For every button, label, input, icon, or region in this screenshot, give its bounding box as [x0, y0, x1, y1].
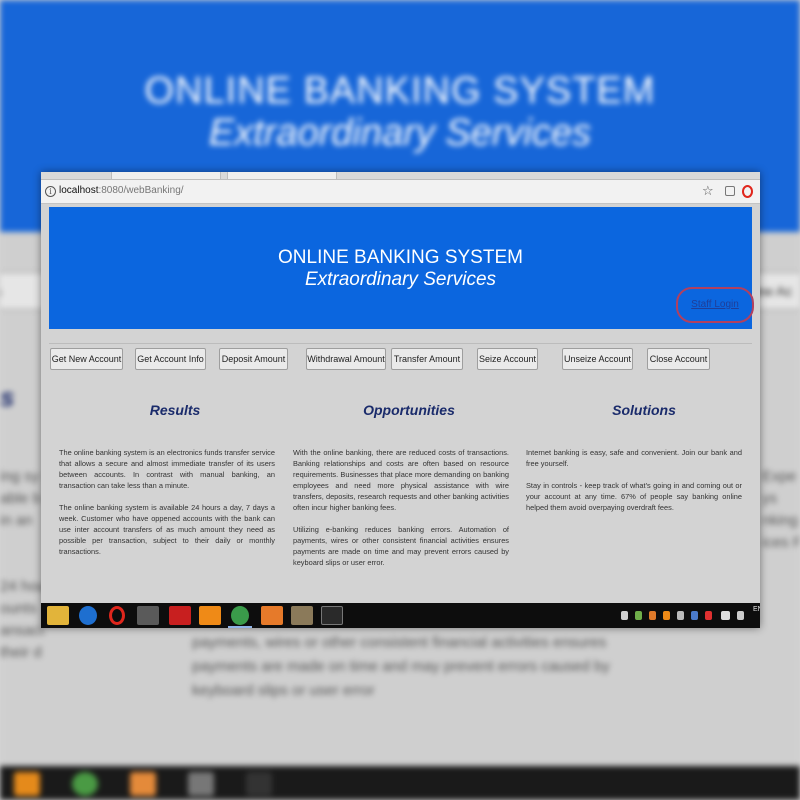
browser-tab[interactable] [111, 172, 221, 180]
bg-edge-button-right: ew Ac [754, 272, 800, 310]
tray-icon[interactable] [621, 611, 628, 620]
command-prompt-icon[interactable] [321, 606, 343, 625]
edge-icon[interactable] [79, 606, 97, 625]
file-explorer-icon[interactable] [47, 606, 69, 625]
vlc-icon[interactable] [199, 606, 221, 625]
tray-icon[interactable] [649, 611, 656, 620]
unseize-account-button[interactable]: Unseize Account [562, 348, 633, 370]
results-heading: Results [149, 402, 201, 418]
bg-banner-title: ONLINE BANKING SYSTEM [144, 70, 656, 112]
active-app-indicator [228, 626, 252, 628]
opportunities-paragraph-2: Utilizing e-banking reduces banking erro… [293, 525, 509, 567]
solutions-paragraph-2: Stay in controls - keep track of what's … [526, 481, 742, 512]
bg-text-left-2: in an [0, 512, 33, 529]
url-text[interactable]: localhost:8080/webBanking/ [59, 185, 184, 196]
battery-icon[interactable] [721, 611, 730, 620]
bg-text-right-0: Expe Fe [762, 468, 800, 485]
bg-taskbar [0, 766, 800, 800]
taskbar: EN [41, 603, 760, 628]
solutions-heading: Solutions [612, 402, 676, 418]
bg-chrome-icon [72, 772, 98, 796]
results-paragraph-2: The online banking system is available 2… [59, 503, 275, 556]
tab-strip [41, 172, 760, 180]
tray-icon[interactable] [663, 611, 670, 620]
tray-icon[interactable] [635, 611, 642, 620]
bg-text-right-1: ys [762, 490, 777, 507]
image-viewer-icon[interactable] [137, 606, 159, 625]
opportunities-heading: Opportunities [363, 402, 455, 418]
staff-login-link[interactable]: Staff Login [676, 287, 754, 323]
site-subtitle: Extraordinary Services [304, 269, 497, 290]
bg-cmd-icon [246, 772, 272, 796]
withdrawal-amount-button[interactable]: Withdrawal Amount [306, 348, 386, 370]
opera-icon[interactable] [742, 185, 753, 198]
results-paragraph-1: The online banking system is an electron… [59, 448, 275, 490]
site-title: ONLINE BANKING SYSTEM [278, 247, 523, 268]
get-new-account-button[interactable]: Get New Account [50, 348, 123, 370]
address-bar[interactable]: i localhost:8080/webBanking/ ☆ [41, 180, 760, 204]
url-path: :8080/webBanking/ [98, 185, 184, 196]
volume-icon[interactable] [677, 611, 684, 620]
chrome-icon[interactable] [231, 606, 249, 625]
bg-text-left-4: 24 hou [0, 578, 46, 595]
star-icon[interactable]: ☆ [702, 183, 714, 199]
bg-heading-left: s [0, 382, 15, 412]
bg-banner-subtitle: Extraordinary Services [208, 112, 592, 154]
photo-app-icon[interactable] [291, 606, 313, 625]
deposit-amount-button[interactable]: Deposit Amount [219, 348, 288, 370]
tray-icon[interactable] [705, 611, 712, 620]
info-icon[interactable]: i [45, 186, 56, 197]
bg-text-right-2: nking [762, 512, 798, 529]
bluetooth-icon[interactable] [691, 611, 698, 620]
opportunities-paragraph-1: With the online banking, there are reduc… [293, 448, 509, 512]
bg-vlc-icon [14, 772, 40, 796]
browser-tab[interactable] [227, 172, 337, 180]
bg-text-left-6: ansact [0, 622, 45, 639]
bg-text-left-5: ounts [0, 600, 37, 617]
bg-text-left-7: their d [0, 644, 42, 661]
xampp-icon[interactable] [261, 606, 283, 625]
bg-text-bottom-1: payments are made on time and may preven… [192, 658, 610, 675]
transfer-amount-button[interactable]: Transfer Amount [391, 348, 463, 370]
seize-account-button[interactable]: Seize Account [477, 348, 538, 370]
bg-text-right-4: ices F [762, 534, 800, 551]
close-account-button[interactable]: Close Account [647, 348, 710, 370]
opera-icon[interactable] [109, 606, 125, 625]
bg-text-left-0: ing sy [0, 468, 40, 485]
language-indicator[interactable]: EN [753, 605, 760, 615]
filezilla-icon[interactable] [169, 606, 191, 625]
bg-text-bottom-2: keyboard slips or user error [192, 682, 375, 699]
solutions-paragraph-1: Internet banking is easy, safe and conve… [526, 448, 742, 468]
web-page: ONLINE BANKING SYSTEM Extraordinary Serv… [41, 205, 760, 603]
get-account-info-button[interactable]: Get Account Info [135, 348, 206, 370]
extension-icon[interactable] [725, 186, 735, 196]
url-host: localhost [59, 185, 99, 196]
network-icon[interactable] [737, 611, 744, 620]
bg-text-left-1: able b [0, 490, 41, 507]
header-banner: ONLINE BANKING SYSTEM Extraordinary Serv… [49, 207, 754, 329]
divider [49, 343, 752, 344]
browser-window: i localhost:8080/webBanking/ ☆ ONLINE BA… [41, 172, 760, 628]
bg-text-bottom-0: payments, wires or other consistent fina… [192, 634, 607, 651]
bg-photo-icon [188, 772, 214, 796]
bg-xampp-icon [130, 772, 156, 796]
